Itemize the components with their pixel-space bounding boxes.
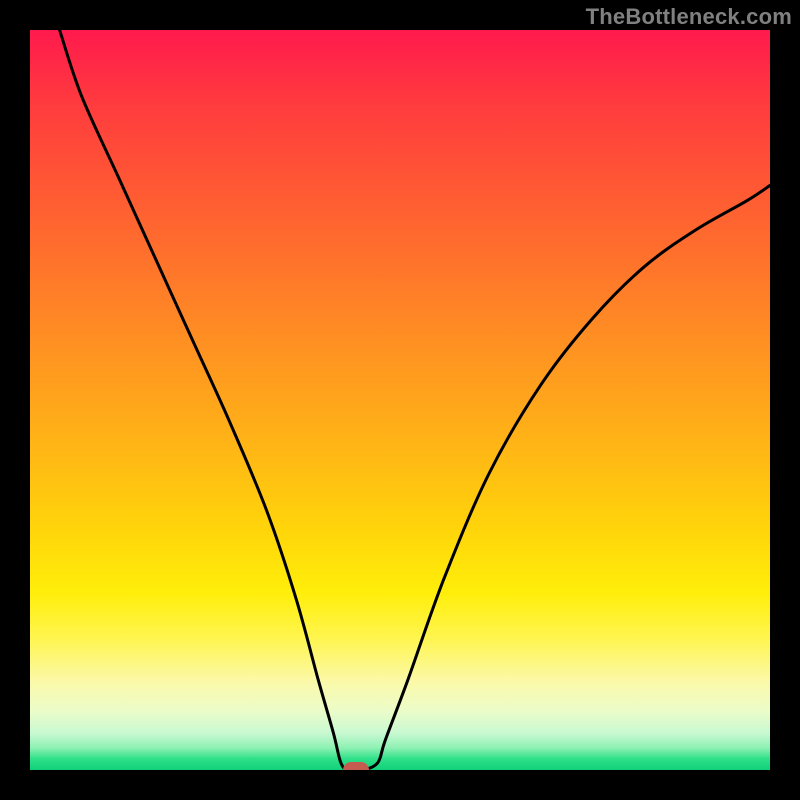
chart-frame: TheBottleneck.com <box>0 0 800 800</box>
bottleneck-marker <box>343 762 369 770</box>
bottleneck-curve <box>30 30 770 770</box>
plot-area <box>30 30 770 770</box>
watermark-text: TheBottleneck.com <box>586 4 792 30</box>
